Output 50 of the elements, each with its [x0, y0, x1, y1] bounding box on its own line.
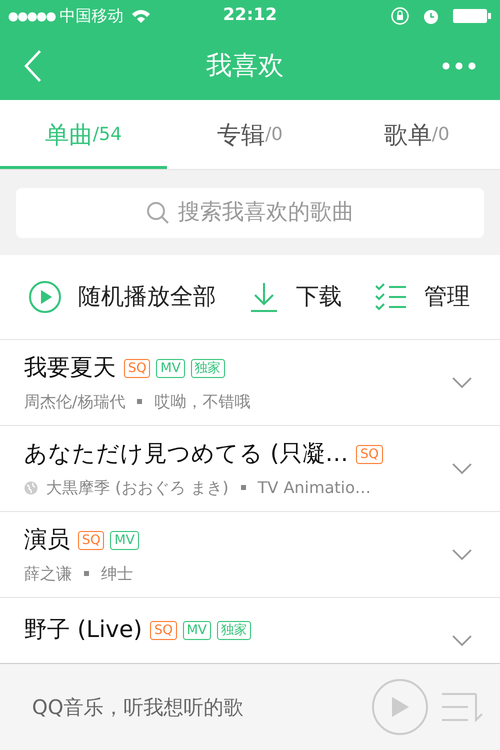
search-icon: [146, 200, 170, 224]
globe-icon: [24, 480, 38, 495]
quality-tag: MV: [156, 359, 185, 378]
action-button[interactable]: 管理: [374, 280, 470, 314]
more-dots-icon: [442, 62, 476, 70]
tab[interactable]: 专辑/0: [166, 100, 334, 169]
action-button[interactable]: 随机播放全部: [28, 280, 216, 314]
song-row[interactable]: 我要夏天 SQ MV 独家 周杰伦/杨瑞代 哎呦，不错哦: [0, 340, 500, 426]
alarm-icon: [422, 7, 440, 25]
clock-time: 22:12: [222, 4, 278, 28]
artist-name: 薛之谦: [24, 562, 72, 585]
chevron-down-icon[interactable]: [452, 462, 472, 474]
album-name: 哎呦，不错哦: [154, 390, 250, 413]
tab[interactable]: 歌单/0: [333, 100, 500, 169]
song-row[interactable]: あなただけ見つめてる (只凝… SQ 大黒摩季 (おおぐろ まき) TV Animatio…: [0, 426, 500, 512]
quality-tag: SQ: [78, 531, 104, 550]
download-icon: [248, 280, 280, 314]
player-slogan: QQ音乐，听我想听的歌: [32, 694, 244, 721]
page-title: 我喜欢: [206, 50, 284, 82]
play-button[interactable]: [372, 679, 428, 735]
play-triangle-icon: [390, 696, 410, 718]
carrier-name: 中国移动: [59, 5, 124, 27]
signal-dots: ●●●●●: [8, 8, 56, 25]
quality-tag: MV: [110, 531, 139, 550]
song-title: 野子 (Live): [24, 616, 142, 645]
quality-tag: MV: [182, 620, 211, 640]
artist-name: 大黒摩季 (おおぐろ まき): [46, 476, 229, 499]
chevron-down-icon[interactable]: [452, 376, 472, 388]
song-title: あなただけ見つめてる (只凝…: [24, 440, 348, 470]
artist-name: 周杰伦/杨瑞代: [24, 390, 126, 413]
quality-tag: SQ: [124, 359, 150, 378]
song-title: 我要夏天: [24, 354, 116, 384]
song-row[interactable]: 野子 (Live) SQ MV 独家: [0, 598, 500, 663]
quality-tag: SQ: [356, 445, 383, 464]
song-title: 演员: [24, 526, 70, 556]
quality-tag: 独家: [190, 359, 225, 378]
checklist-icon: [374, 282, 408, 312]
rotation-lock-icon: [390, 6, 410, 26]
wifi-icon: [131, 9, 152, 23]
quality-tag: SQ: [150, 620, 177, 640]
chevron-down-icon[interactable]: [452, 635, 472, 647]
album-name: 绅士: [101, 562, 133, 585]
song-row[interactable]: 演员 SQ MV 薛之谦 绅士: [0, 512, 500, 598]
action-button[interactable]: 下载: [248, 280, 342, 314]
play-icon: [28, 280, 62, 314]
quality-tag: 独家: [216, 620, 251, 640]
playlist-icon[interactable]: [440, 690, 484, 724]
battery-icon: [452, 7, 492, 25]
album-name: TV Animatio…: [258, 476, 371, 499]
chevron-down-icon[interactable]: [452, 548, 472, 560]
